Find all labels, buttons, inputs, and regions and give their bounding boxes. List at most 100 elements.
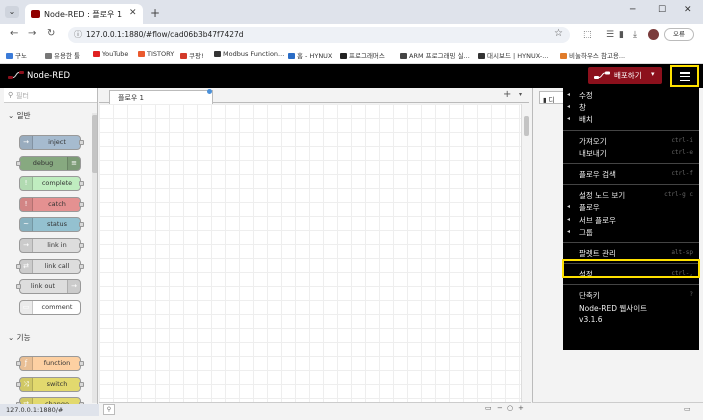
site-info-icon[interactable]: ⓘ: [74, 29, 82, 40]
input-port: [16, 284, 21, 290]
bookmark-favicon-icon: [288, 53, 295, 59]
menu-item[interactable]: 설정 노드 보기 ctrl-g c: [563, 190, 699, 201]
bookmark-item[interactable]: 유용한 툴: [45, 50, 80, 60]
bookmark-item[interactable]: 쿠팡!: [180, 50, 204, 60]
menu-item-label: 단축키: [579, 291, 600, 301]
profile-avatar[interactable]: [648, 29, 659, 40]
navigator-icon[interactable]: ▭: [485, 404, 492, 415]
deploy-caret-icon[interactable]: ▾: [651, 70, 655, 78]
menu-item[interactable]: 플로우 검색 ctrl-f: [563, 169, 699, 180]
palette-node-comment[interactable]: ▭ comment: [19, 299, 81, 315]
zoom-reset-icon[interactable]: ○: [507, 404, 513, 415]
menu-item[interactable]: ◂ 창: [563, 102, 699, 113]
browser-tab[interactable]: Node-RED : 플로우 1 ✕: [25, 4, 143, 24]
output-port: [79, 381, 84, 387]
side-panel-icon[interactable]: ▮: [619, 30, 624, 40]
bookmark-item[interactable]: 구노: [6, 50, 27, 60]
palette-node-status[interactable]: ~ status: [19, 217, 81, 233]
maximize-icon[interactable]: ☐: [658, 5, 666, 15]
palette-node-change[interactable]: ⇄change: [19, 397, 81, 404]
bookmark-item[interactable]: TISTORY: [138, 50, 174, 58]
node-label: link call: [44, 261, 70, 270]
flow-canvas[interactable]: [99, 104, 522, 402]
node-type-icon: !: [20, 177, 33, 191]
extensions-icon[interactable]: ⬚: [583, 30, 592, 40]
close-tab-icon[interactable]: ✕: [129, 8, 137, 18]
minimize-icon[interactable]: ─: [630, 5, 635, 15]
forward-icon[interactable]: →: [28, 28, 36, 39]
bookmark-favicon-icon: [214, 51, 221, 57]
tab-search-button[interactable]: ⌄: [5, 6, 19, 18]
url-bar[interactable]: ⓘ 127.0.0.1:1880/#flow/cad06b3b47f7427d …: [68, 27, 570, 43]
menu-item-label: 가져오기: [579, 136, 607, 146]
menu-item[interactable]: ◂ 서브 플로우: [563, 215, 699, 226]
zoom-in-icon[interactable]: +: [518, 404, 524, 415]
menu-item[interactable]: v3.1.6: [563, 315, 699, 326]
palette-node-link-call[interactable]: ⇄ link call: [19, 258, 81, 274]
zoom-out-icon[interactable]: −: [497, 404, 503, 415]
node-type-icon: →: [20, 136, 33, 149]
menu-item[interactable]: 단축키?: [563, 290, 699, 301]
browser-tab-title: Node-RED : 플로우 1: [44, 10, 123, 19]
node-label: debug: [32, 158, 54, 167]
close-window-icon[interactable]: ✕: [684, 5, 692, 15]
palette-node-debug[interactable]: ≡ debug: [19, 155, 81, 171]
menu-shortcut: alt-sp: [671, 249, 693, 256]
reload-icon[interactable]: ↻: [47, 28, 55, 39]
palette-node-link-out[interactable]: → link out: [19, 279, 81, 295]
bookmark-item[interactable]: YouTube: [93, 50, 128, 58]
bookmark-item[interactable]: 대시보드 | HYNUX-...: [478, 50, 548, 60]
palette-node-complete[interactable]: ! complete: [19, 176, 81, 192]
browser-status-bar: 127.0.0.1:1880/#: [0, 404, 99, 416]
sidebar-toggle-icon[interactable]: ▭: [684, 405, 691, 413]
hamburger-icon: [680, 72, 690, 83]
menu-item-label: 플로우: [579, 203, 600, 213]
palette-node-inject[interactable]: → inject: [19, 135, 81, 150]
bookmark-label: 쿠팡!: [189, 52, 204, 60]
search-flows-icon[interactable]: ⚲: [103, 404, 115, 415]
download-icon[interactable]: ⤓: [633, 30, 637, 40]
url-text[interactable]: 127.0.0.1:1880/#flow/cad06b3b47f7427d: [86, 30, 244, 39]
bookmark-item[interactable]: 프로그래머스: [340, 50, 385, 60]
category-function[interactable]: ⌄ 기능: [8, 332, 30, 343]
menu-item[interactable]: 가져오기 ctrl-i: [563, 136, 699, 147]
tab-flow-1-label: 플로우 1: [118, 94, 144, 102]
palette-scroll-thumb[interactable]: [92, 115, 97, 173]
back-icon[interactable]: ←: [10, 28, 18, 39]
palette-node-link-in[interactable]: → link in: [19, 238, 81, 253]
bookmark-item[interactable]: Modbus Function...: [214, 50, 284, 58]
palette-node-catch[interactable]: ! catch: [19, 196, 81, 212]
bookmark-star-icon[interactable]: ☆: [554, 28, 563, 39]
canvas-scroll-thumb[interactable]: [524, 116, 529, 136]
menu-separator: [563, 129, 699, 131]
palette-filter-input[interactable]: ⚲ 필터: [4, 88, 97, 103]
tab-flow-1[interactable]: 플로우 1: [109, 90, 213, 104]
menu-item[interactable]: 팔렛트 관리 alt-sp: [563, 248, 699, 259]
new-tab-button[interactable]: +: [150, 6, 160, 20]
deploy-button[interactable]: 배포하기 ▾: [588, 67, 662, 84]
bookmark-favicon-icon: [400, 53, 407, 59]
add-flow-button[interactable]: +: [503, 89, 511, 100]
menu-item[interactable]: ◂ 배치: [563, 114, 699, 125]
menu-item[interactable]: ◂ 플로우: [563, 202, 699, 213]
category-common[interactable]: ⌄ 일반: [8, 110, 30, 121]
menu-item[interactable]: Node-RED 웹사이트: [563, 303, 699, 314]
palette-scrollbar[interactable]: [92, 113, 97, 403]
menu-item[interactable]: ◂ 그룹: [563, 227, 699, 238]
menu-separator: [563, 242, 699, 243]
reading-list-icon[interactable]: ☰: [606, 30, 614, 40]
profile-error-button[interactable]: 오류: [664, 28, 694, 41]
menu-item-label: 수정: [579, 91, 593, 100]
bookmark-item[interactable]: 홈 - HYNUX: [288, 50, 332, 60]
palette-node-function[interactable]: ƒ function: [19, 356, 81, 371]
palette-node-switch[interactable]: ⤨ switch: [19, 376, 81, 392]
menu-item[interactable]: 내보내기 ctrl-e: [563, 148, 699, 159]
bookmark-label: TISTORY: [147, 50, 175, 58]
bookmark-item[interactable]: 비눌하우스 참고용...: [560, 50, 625, 60]
flow-list-caret-icon[interactable]: ▾: [519, 91, 522, 98]
canvas-scrollbar[interactable]: [522, 104, 531, 402]
output-port: [79, 201, 84, 207]
main-menu-button[interactable]: [670, 65, 699, 87]
menu-item[interactable]: ◂ 수정: [563, 90, 699, 101]
bookmark-item[interactable]: ARM 프로그래밍 실...: [400, 50, 470, 60]
